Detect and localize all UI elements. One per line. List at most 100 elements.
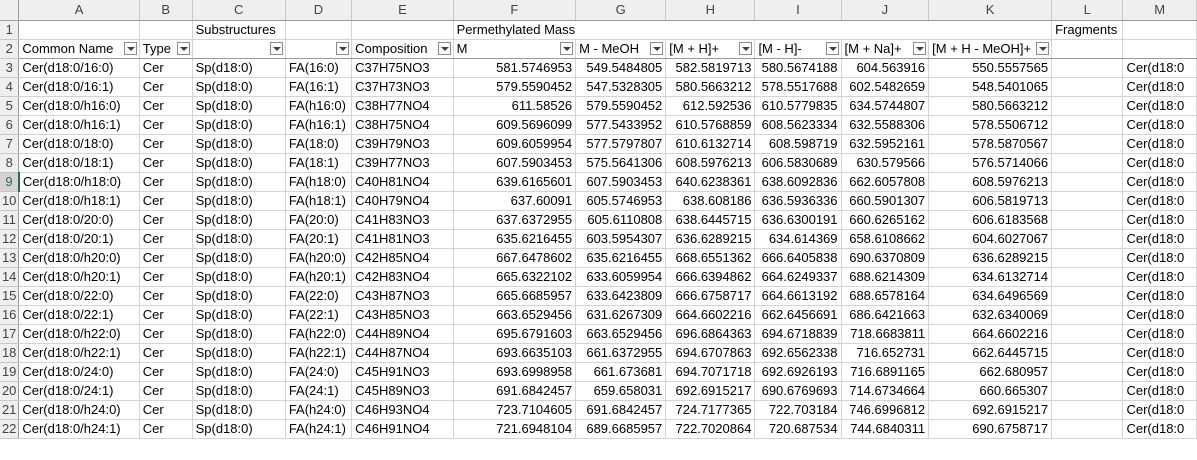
cell[interactable]: Cer(d18:0 — [1122, 419, 1197, 439]
cell[interactable]: 632.5588306 — [841, 115, 930, 135]
row-header-2[interactable]: 2 — [0, 39, 20, 59]
cell[interactable]: 660.665307 — [928, 381, 1053, 401]
cell[interactable]: 722.703184 — [754, 400, 842, 420]
cell[interactable]: Cer(d18:0 — [1122, 248, 1197, 268]
cell[interactable] — [1051, 381, 1124, 401]
cell[interactable]: C41H81NO3 — [351, 229, 454, 249]
cell[interactable]: Sp(d18:0) — [192, 400, 286, 420]
cell[interactable]: Cer(d18:0/22:1) — [18, 305, 140, 325]
header-cell[interactable]: M — [453, 39, 577, 59]
cell[interactable]: Sp(d18:0) — [192, 419, 286, 439]
cell[interactable]: C43H85NO3 — [351, 305, 454, 325]
cell[interactable]: 632.5952161 — [841, 134, 930, 154]
cell[interactable]: 694.6707863 — [665, 343, 756, 363]
cell[interactable]: Cer — [139, 362, 193, 382]
column-header-b[interactable]: B — [139, 0, 193, 21]
cell[interactable]: FA(h24:1) — [285, 419, 353, 439]
cell[interactable]: 605.6110808 — [575, 210, 667, 230]
header-cell[interactable]: [M - H]- — [754, 39, 842, 59]
cell[interactable]: C39H77NO3 — [351, 153, 454, 173]
column-header-j[interactable]: J — [841, 0, 930, 21]
cell[interactable]: 691.6842457 — [575, 400, 667, 420]
cell[interactable]: C38H75NO4 — [351, 115, 454, 135]
cell[interactable]: 633.6423809 — [575, 286, 667, 306]
cell[interactable]: FA(20:0) — [285, 210, 353, 230]
cell[interactable]: FA(18:0) — [285, 134, 353, 154]
column-header-m[interactable]: M — [1122, 0, 1197, 21]
cell[interactable]: Cer(d18:0 — [1122, 305, 1197, 325]
cell[interactable]: 694.7071718 — [665, 362, 756, 382]
select-all-corner[interactable] — [0, 0, 20, 21]
cell[interactable]: Cer — [139, 343, 193, 363]
cell[interactable]: 666.6758717 — [665, 286, 756, 306]
cell[interactable]: 664.6602216 — [928, 324, 1053, 344]
cell[interactable]: Sp(d18:0) — [192, 153, 286, 173]
cell[interactable]: C40H79NO4 — [351, 191, 454, 211]
cell[interactable]: 660.6265162 — [841, 210, 930, 230]
cell[interactable]: Cer(d18:0/h24:0) — [18, 400, 140, 420]
row-header[interactable]: 4 — [0, 77, 20, 97]
cell[interactable]: 723.7104605 — [453, 400, 577, 420]
cell[interactable]: 632.6340069 — [928, 305, 1053, 325]
cell[interactable]: Cer(d18:0 — [1122, 400, 1197, 420]
cell[interactable] — [1122, 20, 1197, 40]
cell[interactable]: Sp(d18:0) — [192, 96, 286, 116]
cell[interactable]: Cer — [139, 172, 193, 192]
cell[interactable]: Cer — [139, 324, 193, 344]
row-header[interactable]: 3 — [0, 58, 20, 78]
cell[interactable]: 724.7177365 — [665, 400, 756, 420]
cell[interactable]: FA(20:1) — [285, 229, 353, 249]
cell[interactable]: 581.5746953 — [453, 58, 577, 78]
cell[interactable]: Cer — [139, 286, 193, 306]
cell[interactable]: 686.6421663 — [841, 305, 930, 325]
row-header[interactable]: 17 — [0, 324, 20, 344]
cell[interactable]: 693.6998958 — [453, 362, 577, 382]
cell[interactable]: 664.6602216 — [665, 305, 756, 325]
column-header-i[interactable]: I — [754, 0, 842, 21]
cell[interactable]: FA(24:0) — [285, 362, 353, 382]
row-header[interactable]: 18 — [0, 343, 20, 363]
cell[interactable]: Sp(d18:0) — [192, 115, 286, 135]
cell[interactable]: 602.5482659 — [841, 77, 930, 97]
cell[interactable]: Cer(d18:0 — [1122, 210, 1197, 230]
cell[interactable]: Cer(d18:0/h18:0) — [18, 172, 140, 192]
cell[interactable]: 605.5746953 — [575, 191, 667, 211]
cell[interactable]: FA(h20:1) — [285, 267, 353, 287]
cell[interactable]: 688.6214309 — [841, 267, 930, 287]
cell[interactable]: Sp(d18:0) — [192, 191, 286, 211]
cell[interactable]: 612.592536 — [665, 96, 756, 116]
cell[interactable]: FA(18:1) — [285, 153, 353, 173]
cell[interactable]: 695.6791603 — [453, 324, 577, 344]
cell[interactable]: Cer — [139, 96, 193, 116]
cell[interactable]: 547.5328305 — [575, 77, 667, 97]
cell[interactable]: 608.5623334 — [754, 115, 842, 135]
cell[interactable]: 604.563916 — [841, 58, 930, 78]
cell[interactable]: Cer(d18:0/22:0) — [18, 286, 140, 306]
cell[interactable]: Sp(d18:0) — [192, 172, 286, 192]
cell[interactable]: Cer — [139, 153, 193, 173]
cell[interactable]: 610.5779835 — [754, 96, 842, 116]
cell[interactable]: 575.5641306 — [575, 153, 667, 173]
cell[interactable]: FA(16:0) — [285, 58, 353, 78]
cell[interactable]: Sp(d18:0) — [192, 229, 286, 249]
cell[interactable]: 661.673681 — [575, 362, 667, 382]
row-header[interactable]: 6 — [0, 115, 20, 135]
cell[interactable]: Sp(d18:0) — [192, 343, 286, 363]
cell[interactable]: C39H79NO3 — [351, 134, 454, 154]
cell[interactable]: 580.5663212 — [665, 77, 756, 97]
cell[interactable]: Sp(d18:0) — [192, 134, 286, 154]
cell[interactable]: 630.579566 — [841, 153, 930, 173]
cell[interactable]: 608.598719 — [754, 134, 842, 154]
cell[interactable]: Cer(d18:0 — [1122, 77, 1197, 97]
cell[interactable]: 606.6183568 — [928, 210, 1053, 230]
cell[interactable]: Cer(d18:0/h20:0) — [18, 248, 140, 268]
cell[interactable]: Cer — [139, 77, 193, 97]
cell[interactable]: 660.5901307 — [841, 191, 930, 211]
cell[interactable]: 634.6132714 — [928, 267, 1053, 287]
cell[interactable]: Cer(d18:0 — [1122, 58, 1197, 78]
cell[interactable]: Sp(d18:0) — [192, 77, 286, 97]
cell[interactable] — [1051, 191, 1124, 211]
cell[interactable]: 609.5696099 — [453, 115, 577, 135]
dropdown-filter-icon[interactable] — [336, 41, 350, 55]
cell[interactable]: 579.5590452 — [575, 96, 667, 116]
